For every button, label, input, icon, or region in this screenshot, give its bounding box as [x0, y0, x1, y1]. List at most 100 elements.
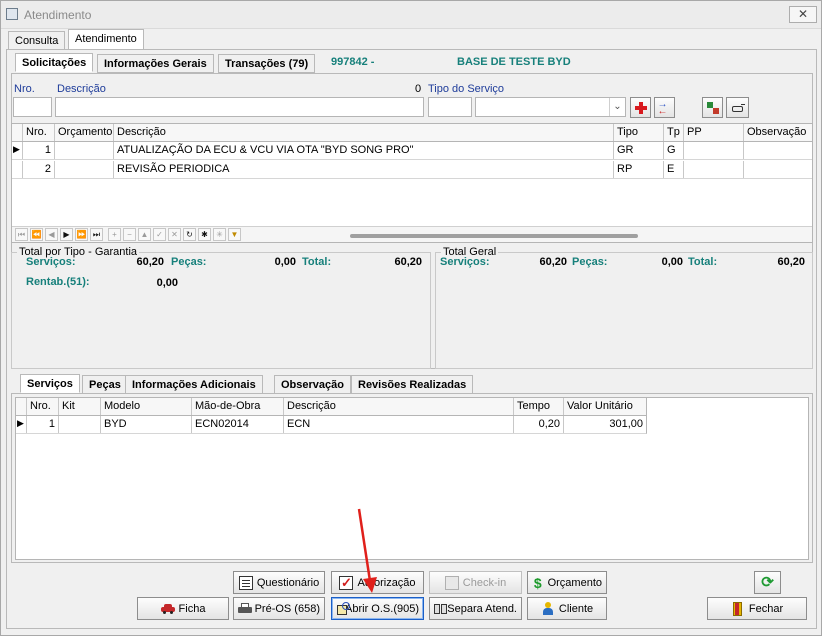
- col-descricao[interactable]: Descrição: [114, 124, 614, 141]
- last-page-icon[interactable]: ⏭: [90, 228, 103, 241]
- col-modelo[interactable]: Modelo: [101, 398, 192, 415]
- geral-servicos-label: Serviços:: [440, 256, 490, 268]
- col-nro[interactable]: Nro.: [27, 398, 59, 415]
- abrir-os-button[interactable]: Abrir O.S.(905): [331, 597, 424, 620]
- col-observacao[interactable]: Observação: [744, 124, 812, 141]
- pre-os-button[interactable]: Pré-OS (658): [233, 597, 325, 620]
- col-pp[interactable]: PP: [684, 124, 744, 141]
- insert-icon[interactable]: +: [108, 228, 121, 241]
- cliente-button[interactable]: Cliente: [527, 597, 607, 620]
- col-descricao[interactable]: Descrição: [284, 398, 514, 415]
- edit-icon[interactable]: ▲: [138, 228, 151, 241]
- chevron-down-icon[interactable]: ⌄: [609, 98, 625, 116]
- delete-icon[interactable]: −: [123, 228, 136, 241]
- tab-atendimento[interactable]: Atendimento: [68, 29, 144, 50]
- col-kit[interactable]: Kit: [59, 398, 101, 415]
- arrow-shaft: [357, 508, 372, 582]
- oil-can-button[interactable]: [726, 97, 749, 118]
- table-row[interactable]: ▶ 1 BYD ECN02014 ECN 0,20 301,00: [16, 416, 647, 434]
- col-tp[interactable]: Tp: [664, 124, 684, 141]
- cancel-icon[interactable]: ✕: [168, 228, 181, 241]
- swap-icon: [706, 101, 720, 115]
- descricao-counter: 0: [415, 83, 422, 95]
- orcamento-button[interactable]: $ Orçamento: [527, 571, 607, 594]
- nro-label: Nro.: [14, 83, 35, 95]
- tab-informacoes-gerais[interactable]: Informações Gerais: [97, 54, 214, 73]
- post-icon[interactable]: ✓: [153, 228, 166, 241]
- servicos-grid: Nro. Kit Modelo Mão-de-Obra Descrição Te…: [15, 397, 809, 560]
- cell-nro[interactable]: 1: [27, 416, 59, 433]
- col-tipo[interactable]: Tipo: [614, 124, 664, 141]
- tipo-total-value: 60,20: [394, 256, 422, 268]
- tipo-servico-label: Tipo do Serviço: [428, 83, 505, 95]
- cell-nro[interactable]: 2: [23, 161, 55, 178]
- prev-page-icon[interactable]: ⏪: [30, 228, 43, 241]
- descricao-input[interactable]: [55, 97, 424, 117]
- bookmark-icon[interactable]: ✱: [198, 228, 211, 241]
- add-solicitacao-button[interactable]: [630, 97, 651, 118]
- descricao-label: Descrição: [57, 83, 106, 95]
- geral-pecas-label: Peças:: [572, 256, 608, 268]
- separa-atend-button[interactable]: Separa Atend.: [429, 597, 522, 620]
- cell-tp[interactable]: G: [664, 142, 684, 159]
- table-row[interactable]: ▶ 1 ATUALIZAÇÃO DA ECU & VCU VIA OTA "BY…: [12, 142, 812, 160]
- prev-record-icon[interactable]: ◀: [45, 228, 58, 241]
- swap-button[interactable]: [702, 97, 723, 118]
- refresh-button[interactable]: ⟳: [754, 571, 781, 594]
- cell-orcamento[interactable]: [55, 161, 114, 178]
- cell-orcamento[interactable]: [55, 142, 114, 159]
- refresh-icon[interactable]: ↻: [183, 228, 196, 241]
- tab-transacoes[interactable]: Transações (79): [218, 54, 316, 73]
- horizontal-scrollbar[interactable]: [350, 234, 638, 238]
- cell-pp[interactable]: [684, 142, 744, 159]
- cell-nro[interactable]: 1: [23, 142, 55, 159]
- questionario-button[interactable]: Questionário: [233, 571, 325, 594]
- cell-descricao[interactable]: ATUALIZAÇÃO DA ECU & VCU VIA OTA "BYD SO…: [114, 142, 614, 159]
- cell-tempo[interactable]: 0,20: [514, 416, 564, 433]
- first-page-icon[interactable]: ⏮: [15, 228, 28, 241]
- tab-solicitacoes[interactable]: Solicitações: [15, 53, 94, 72]
- next-page-icon[interactable]: ⏩: [75, 228, 88, 241]
- check-in-button[interactable]: Check-in: [429, 571, 522, 594]
- pre-os-label: Pré-OS (658): [254, 602, 320, 615]
- close-button[interactable]: ✕: [789, 6, 817, 23]
- cell-tipo[interactable]: GR: [614, 142, 664, 159]
- cell-pp[interactable]: [684, 161, 744, 178]
- cell-tipo[interactable]: RP: [614, 161, 664, 178]
- cell-observacao[interactable]: [744, 142, 812, 159]
- ficha-button[interactable]: Ficha: [137, 597, 229, 620]
- cell-kit[interactable]: [59, 416, 101, 433]
- window-icon: [6, 8, 18, 20]
- nro-input[interactable]: [13, 97, 52, 117]
- tab-observacao[interactable]: Observação: [274, 375, 351, 394]
- cell-descricao[interactable]: ECN: [284, 416, 514, 433]
- transfer-button[interactable]: → ←: [654, 97, 675, 118]
- col-tempo[interactable]: Tempo: [514, 398, 564, 415]
- cell-mao-de-obra[interactable]: ECN02014: [192, 416, 284, 433]
- tab-informacoes-adicionais[interactable]: Informações Adicionais: [125, 375, 263, 394]
- arrows-transfer-icon: → ←: [657, 98, 668, 117]
- next-record-icon[interactable]: ▶: [60, 228, 73, 241]
- tipo-servico-select[interactable]: ⌄: [475, 97, 626, 117]
- tab-revisoes-realizadas[interactable]: Revisões Realizadas: [351, 375, 474, 394]
- col-valor-unitario[interactable]: Valor Unitário: [564, 398, 646, 415]
- table-row[interactable]: 2 REVISÃO PERIODICA RP E: [12, 161, 812, 179]
- cell-descricao[interactable]: REVISÃO PERIODICA: [114, 161, 614, 178]
- cell-valor-unitario[interactable]: 301,00: [564, 416, 646, 433]
- goto-bookmark-icon[interactable]: ✳: [213, 228, 226, 241]
- tipo-servico-code-input[interactable]: [428, 97, 472, 117]
- tab-consulta[interactable]: Consulta: [8, 31, 66, 50]
- tab-servicos[interactable]: Serviços: [20, 374, 80, 393]
- col-nro[interactable]: Nro.: [23, 124, 55, 141]
- tab-pecas[interactable]: Peças: [82, 375, 128, 394]
- abrir-os-label: Abrir O.S.(905): [345, 602, 419, 615]
- cell-observacao[interactable]: [744, 161, 812, 178]
- fechar-button[interactable]: Fechar: [707, 597, 807, 620]
- col-orcamento[interactable]: Orçamento: [55, 124, 114, 141]
- person-icon: [541, 601, 555, 616]
- geral-total-value: 60,20: [777, 256, 805, 268]
- cell-tp[interactable]: E: [664, 161, 684, 178]
- col-mao-de-obra[interactable]: Mão-de-Obra: [192, 398, 284, 415]
- filter-icon[interactable]: ▼: [228, 228, 241, 241]
- cell-modelo[interactable]: BYD: [101, 416, 192, 433]
